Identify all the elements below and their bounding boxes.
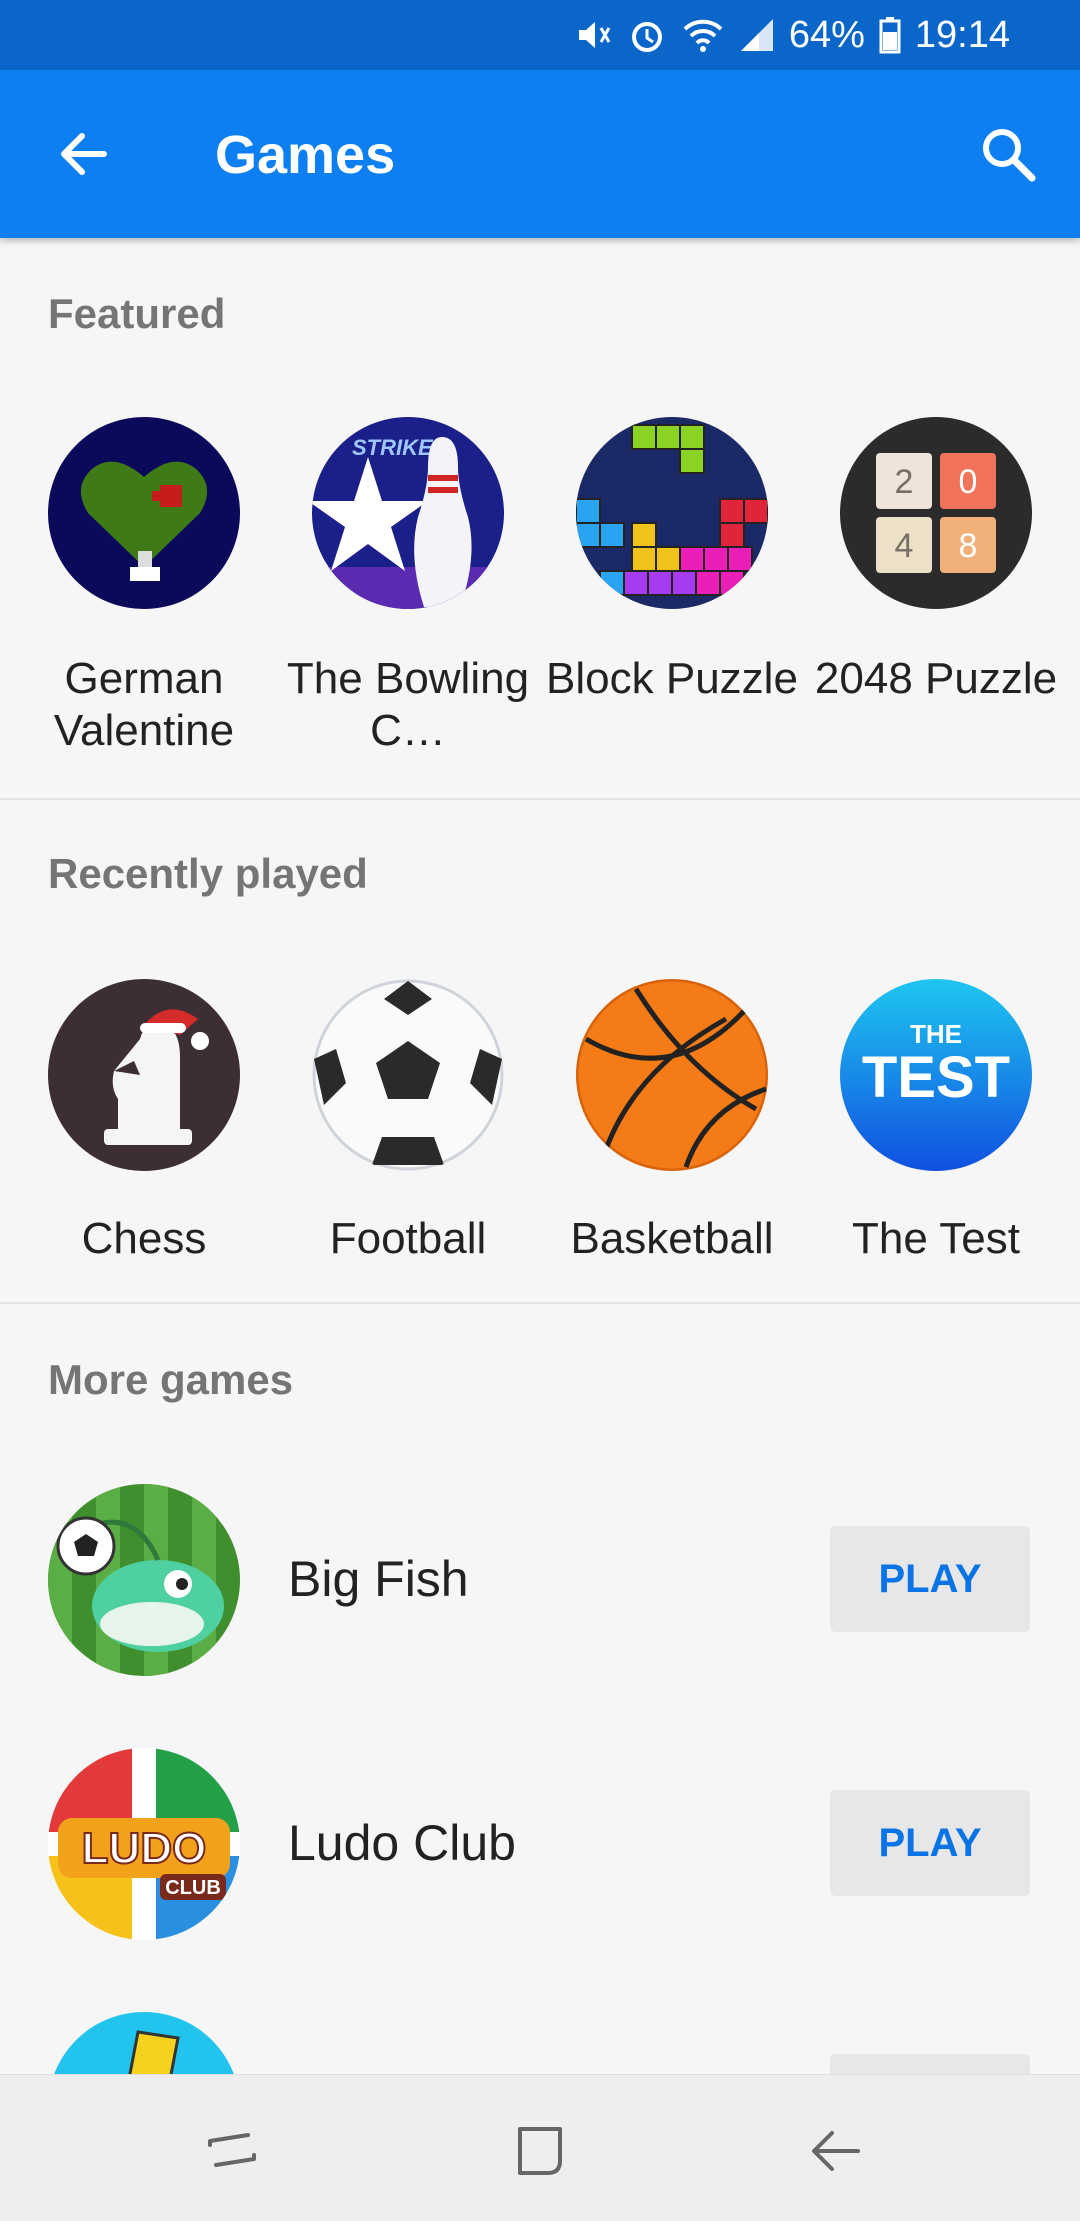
recent-item-football[interactable]: Football <box>276 979 540 1265</box>
chess-icon <box>48 979 240 1171</box>
featured-item-block-puzzle[interactable]: Block Puzzle <box>540 417 804 705</box>
ludo-sub-text: CLUB <box>165 1877 221 1899</box>
app-bar: Games <box>0 70 1080 238</box>
battery-percent: 64% <box>788 13 865 56</box>
tile-2-text: 2 <box>895 463 914 501</box>
featured-item-bowling[interactable]: STRIKE The Bowling C… <box>276 417 540 757</box>
recent-item-label: Basketball <box>570 1214 774 1263</box>
tile-0-text: 0 <box>959 463 978 501</box>
bowling-icon: STRIKE <box>312 417 504 609</box>
search-icon[interactable] <box>976 122 1040 186</box>
featured-heading: Featured <box>48 290 226 337</box>
featured-item-label: German Valentine <box>53 654 235 755</box>
back-icon[interactable] <box>800 2115 872 2187</box>
recent-item-basketball[interactable]: Basketball <box>540 979 804 1265</box>
back-arrow-icon[interactable] <box>52 122 116 186</box>
home-icon[interactable] <box>504 2115 576 2187</box>
mute-icon <box>573 15 613 55</box>
page-title: Games <box>215 125 396 185</box>
football-icon <box>312 979 504 1171</box>
tile-4-text: 4 <box>895 527 914 565</box>
recent-apps-icon[interactable] <box>196 2115 268 2187</box>
featured-item-label: 2048 Puzzle <box>814 654 1058 703</box>
block-puzzle-icon <box>576 417 768 609</box>
german-valentine-icon <box>48 417 240 609</box>
status-bar: 64% 19:14 <box>0 0 1080 70</box>
tile-8-text: 8 <box>959 527 978 565</box>
featured-item-german-valentine[interactable]: German Valentine <box>12 417 276 757</box>
section-divider <box>0 798 1080 800</box>
featured-item-2048[interactable]: 2 0 4 8 2048 Puzzle <box>804 417 1068 705</box>
play-button[interactable]: PLAY <box>830 1526 1030 1632</box>
recent-item-chess[interactable]: Chess <box>12 979 276 1265</box>
system-nav-bar <box>0 2074 1080 2221</box>
recent-item-label: Football <box>329 1214 487 1263</box>
featured-item-label: The Bowling C… <box>286 654 530 755</box>
wifi-icon <box>681 15 725 55</box>
signal-icon <box>739 15 775 55</box>
section-divider <box>0 1302 1080 1304</box>
clock: 19:14 <box>914 13 1010 56</box>
list-item-big-fish[interactable]: Big Fish PLAY <box>0 1484 1080 1676</box>
play-button[interactable]: PLAY <box>830 1790 1030 1896</box>
more-games-heading: More games <box>48 1356 294 1403</box>
the-test-icon: THE TEST <box>840 979 1032 1171</box>
recent-item-label: The Test <box>852 1214 1020 1263</box>
game-name: Ludo Club <box>288 1815 516 1871</box>
featured-item-label: Block Puzzle <box>546 654 798 703</box>
the-test-main-text: TEST <box>862 1045 1010 1110</box>
big-fish-icon <box>48 1484 240 1676</box>
list-item-ludo-club[interactable]: LUDO CLUB Ludo Club PLAY <box>0 1748 1080 1940</box>
recent-item-the-test[interactable]: THE TEST The Test <box>804 979 1068 1265</box>
battery-icon <box>879 16 901 54</box>
alarm-icon <box>627 15 667 55</box>
ludo-main-text: LUDO <box>82 1824 207 1873</box>
recently-played-heading: Recently played <box>48 850 368 897</box>
basketball-icon <box>576 979 768 1171</box>
puzzle-2048-icon: 2 0 4 8 <box>840 417 1032 609</box>
recent-item-label: Chess <box>81 1214 207 1263</box>
ludo-club-icon: LUDO CLUB <box>48 1748 240 1940</box>
bowling-strike-text: STRIKE <box>352 435 434 460</box>
game-name: Big Fish <box>288 1551 469 1607</box>
